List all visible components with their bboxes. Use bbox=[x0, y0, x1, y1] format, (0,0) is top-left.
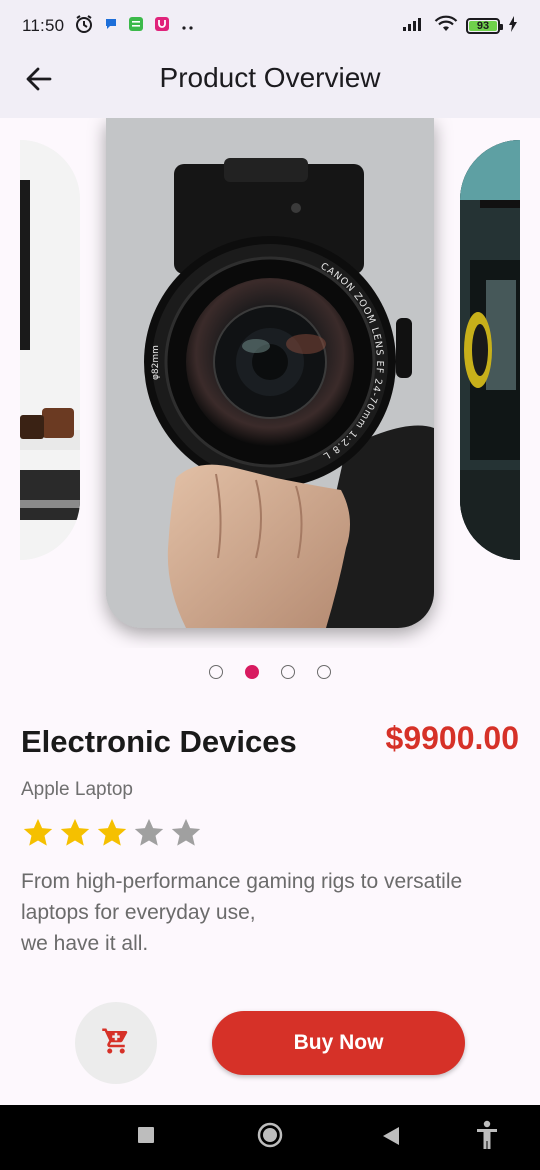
star-empty-icon bbox=[169, 816, 203, 855]
recent-apps-icon bbox=[138, 1126, 154, 1148]
page-title: Product Overview bbox=[159, 62, 381, 93]
signal-icon bbox=[402, 16, 426, 37]
lens-side-text: φ82mm bbox=[151, 345, 161, 380]
star-rating bbox=[21, 816, 203, 855]
system-back-button[interactable] bbox=[378, 1125, 404, 1151]
wifi-icon bbox=[434, 15, 458, 38]
add-to-cart-button[interactable] bbox=[75, 1002, 157, 1084]
system-nav-bar bbox=[0, 1105, 540, 1170]
chat-bubble-icon bbox=[104, 16, 118, 36]
carousel-dot-3[interactable] bbox=[281, 665, 295, 679]
camera-lens-image[interactable]: CANON ZOOM LENS EF 24-70mm 1:2.8 L II US… bbox=[106, 118, 434, 628]
product-description: From high-performance gaming rigs to ver… bbox=[21, 870, 463, 955]
monitor-setup-image[interactable] bbox=[460, 140, 520, 560]
product-price: $9900.00 bbox=[385, 720, 519, 756]
notification-app-icon bbox=[154, 16, 170, 37]
product-name: Electronic Devices bbox=[21, 724, 297, 759]
star-filled-icon bbox=[95, 816, 129, 855]
star-filled-icon bbox=[58, 816, 92, 855]
home-button[interactable] bbox=[254, 1121, 286, 1153]
app-bar: Product Overview bbox=[0, 52, 540, 118]
status-time: 11:50 bbox=[22, 16, 65, 35]
carousel-dot-2[interactable] bbox=[245, 665, 259, 679]
buy-now-button[interactable]: Buy Now bbox=[212, 1011, 465, 1075]
alarm-icon bbox=[74, 14, 94, 39]
product-subtitle: Apple Laptop bbox=[21, 779, 133, 800]
battery-icon: 93 bbox=[466, 18, 503, 34]
back-button[interactable] bbox=[20, 62, 58, 100]
star-empty-icon bbox=[132, 816, 166, 855]
battery-text: 93 bbox=[476, 20, 490, 32]
back-triangle-icon bbox=[382, 1126, 400, 1151]
accessibility-button[interactable] bbox=[472, 1120, 502, 1155]
carousel-dot-4[interactable] bbox=[317, 665, 331, 679]
status-right: 93 bbox=[402, 15, 518, 38]
message-app-icon bbox=[128, 16, 144, 37]
accessibility-icon bbox=[475, 1120, 499, 1155]
product-carousel[interactable]: CANON ZOOM LENS EF 24-70mm 1:2.8 L II US… bbox=[0, 118, 540, 648]
recent-apps-button[interactable] bbox=[134, 1125, 158, 1149]
status-bar: 11:50 93 bbox=[0, 0, 540, 52]
star-filled-icon bbox=[21, 816, 55, 855]
desk-laptop-image[interactable] bbox=[20, 140, 80, 560]
more-dots-icon bbox=[180, 16, 196, 36]
status-left: 11:50 bbox=[22, 14, 196, 39]
cart-icon bbox=[101, 1026, 131, 1061]
carousel-dot-1[interactable] bbox=[209, 665, 223, 679]
arrow-back-icon bbox=[26, 67, 52, 96]
charging-icon bbox=[508, 15, 518, 37]
carousel-dots bbox=[0, 662, 540, 682]
home-icon bbox=[257, 1122, 283, 1153]
